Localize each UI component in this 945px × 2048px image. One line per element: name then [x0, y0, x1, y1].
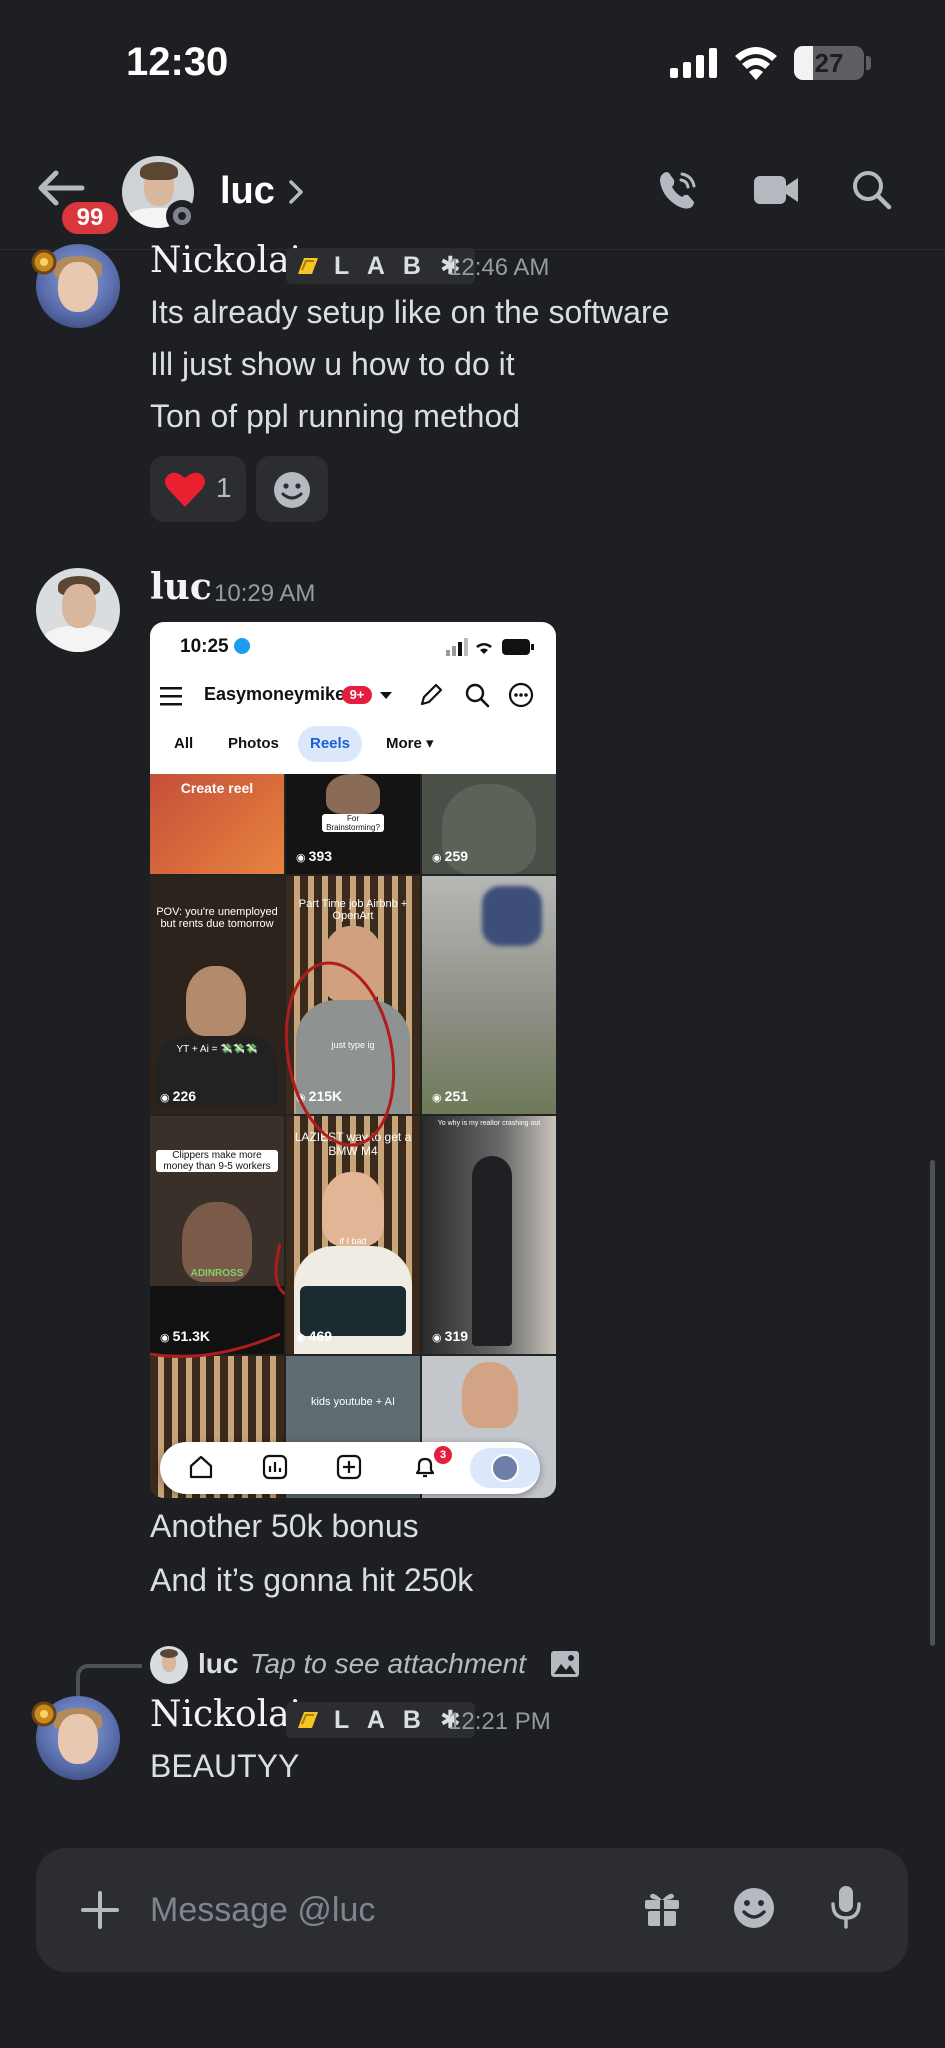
avatar-decoration-icon: [31, 1701, 57, 1727]
tag-badge-icon: [298, 258, 318, 274]
offline-status-icon: [166, 200, 198, 232]
attachment-search-icon: [465, 683, 490, 708]
notification-badge: 3: [434, 1446, 452, 1464]
battery-percent: 27: [814, 48, 844, 78]
attachment-tab: Photos: [228, 735, 279, 752]
cellular-signal-icon: [670, 48, 717, 78]
status-time: 12:30: [126, 40, 229, 84]
menu-icon: [160, 687, 182, 706]
gift-icon[interactable]: [642, 1888, 682, 1928]
role-tag-label: L A B ✱: [334, 1706, 467, 1734]
profile-icon: [470, 1448, 540, 1488]
attachment-status-icons: [446, 638, 534, 656]
role-tag-label: L A B ✱: [334, 252, 467, 280]
create-icon: [336, 1454, 362, 1480]
battery-nub: [866, 56, 871, 70]
attachment-bottom-nav: 3: [160, 1442, 540, 1494]
add-reaction-button[interactable]: [256, 456, 328, 522]
reaction-heart[interactable]: 1: [150, 456, 246, 522]
home-icon: [189, 1455, 213, 1479]
video-call-icon[interactable]: [752, 172, 800, 208]
image-attachment[interactable]: 10:25 Easymoneymike 9+ All Photos Reels …: [150, 622, 556, 1498]
scrollbar[interactable]: [930, 1160, 935, 1646]
reply-preview[interactable]: Tap to see attachment: [250, 1648, 526, 1680]
more-icon: [508, 682, 534, 708]
wifi-icon: [735, 47, 777, 80]
reels-grid: Create reel For Brainstorming? 393 259 P…: [150, 774, 556, 1498]
role-tag: L A B ✱: [286, 1702, 475, 1738]
chevron-right-icon[interactable]: [286, 178, 306, 206]
pencil-icon: [420, 683, 443, 706]
message-author[interactable]: Nickolai: [150, 240, 301, 281]
phone-call-icon[interactable]: [656, 168, 700, 212]
heart-icon: [165, 472, 205, 507]
reply-connector: [76, 1664, 142, 1698]
avatar-decoration-icon: [31, 249, 57, 275]
insights-icon: [262, 1454, 288, 1480]
message-author[interactable]: Nickolai: [150, 1694, 301, 1735]
message-text: Another 50k bonus: [150, 1508, 419, 1544]
red-circle-annotation: [150, 961, 396, 1358]
role-tag: L A B ✱: [286, 248, 475, 284]
search-icon[interactable]: [850, 168, 892, 210]
attachment-status-time: 10:25: [180, 636, 229, 657]
message-input[interactable]: [150, 1888, 610, 1932]
status-bar: 12:30 27: [0, 0, 945, 120]
dm-header: 99 luc: [0, 120, 945, 250]
attachment-tab: More ▾: [386, 735, 434, 752]
reply-author[interactable]: luc: [198, 1648, 238, 1680]
message-timestamp: 12:21 PM: [448, 1708, 551, 1735]
unread-badge: 99: [58, 198, 122, 238]
plus-icon[interactable]: [80, 1890, 120, 1930]
tag-badge-icon: [298, 1712, 318, 1728]
image-icon: [551, 1651, 579, 1677]
attachment-badge: 9+: [342, 686, 372, 704]
add-emoji-icon: [274, 472, 310, 508]
message-text: BEAUTYY: [150, 1748, 300, 1784]
message-text: Its already setup like on the software: [150, 294, 670, 330]
microphone-icon[interactable]: [830, 1884, 862, 1930]
channel-name[interactable]: luc: [220, 170, 275, 213]
message-text: Ton of ppl running method: [150, 398, 521, 434]
caret-down-icon: [380, 692, 392, 699]
battery-icon: 27: [794, 46, 864, 80]
reply-avatar[interactable]: [150, 1646, 188, 1684]
message-author[interactable]: luc: [150, 566, 212, 608]
location-icon: [234, 638, 250, 654]
message-text: And it’s gonna hit 250k: [150, 1562, 474, 1598]
reaction-count: 1: [216, 472, 232, 503]
message-timestamp: 12:46 AM: [448, 254, 550, 281]
avatar[interactable]: [36, 568, 120, 652]
message-timestamp: 10:29 AM: [214, 580, 316, 607]
attachment-account-name: Easymoneymike: [204, 684, 346, 704]
attachment-tab: All: [174, 735, 194, 752]
attachment-tab-active: Reels: [298, 726, 363, 762]
emoji-icon[interactable]: [732, 1886, 776, 1930]
message-text: Ill just show u how to do it: [150, 346, 515, 382]
